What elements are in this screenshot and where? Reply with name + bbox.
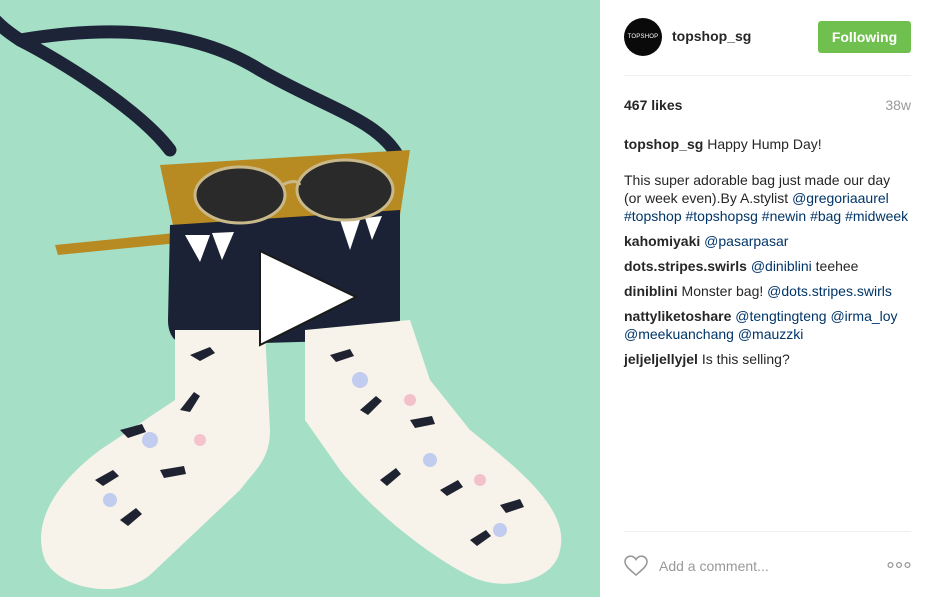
caption-tag[interactable]: #bag [810,208,841,224]
comment-mention[interactable]: @mauzzki [738,326,804,342]
caption-tag[interactable]: #newin [762,208,806,224]
post-media[interactable] [0,0,600,597]
comment-mention[interactable]: @irma_loy [830,308,897,324]
comment-text: Is this selling? [701,351,790,367]
comment-item: diniblini Monster bag! @dots.stripes.swi… [624,282,911,300]
comment-text: Monster bag! [681,283,764,299]
comments-list: topshop_sg Happy Hump Day! This super ad… [624,135,911,375]
post-footer [624,531,911,598]
comment-username[interactable]: jeljeljellyjel [624,351,698,367]
caption-tag[interactable]: #topshopsg [686,208,758,224]
caption-line1: Happy Hump Day! [707,136,822,152]
play-icon[interactable] [258,249,360,349]
post-timestamp[interactable]: 38w [885,97,911,113]
comment-username[interactable]: diniblini [624,283,678,299]
caption-username[interactable]: topshop_sg [624,136,703,152]
post-header: TOPSHOP topshop_sg Following [624,17,911,76]
avatar-label: TOPSHOP [627,34,659,40]
caption: topshop_sg Happy Hump Day! This super ad… [624,135,911,225]
comment-item: jeljeljellyjel Is this selling? [624,350,911,368]
comment-item: dots.stripes.swirls @diniblini teehee [624,257,911,275]
comment-username[interactable]: nattyliketoshare [624,308,731,324]
comment-mention[interactable]: @dots.stripes.swirls [767,283,892,299]
heart-icon[interactable] [624,555,648,577]
post-sidebar: TOPSHOP topshop_sg Following 467 likes 3… [600,0,935,597]
caption-mention[interactable]: @gregoriaaurel [792,190,889,206]
add-comment-input[interactable] [659,556,859,576]
comment-mention[interactable]: @pasarpasar [704,233,788,249]
post-meta: 467 likes 38w [624,97,911,115]
comment-item: nattyliketoshare @tengtingteng @irma_loy… [624,307,911,343]
caption-tag[interactable]: #topshop [624,208,682,224]
comment-mention[interactable]: @meekuanchang [624,326,734,342]
avatar[interactable]: TOPSHOP [624,18,662,56]
comment-mention[interactable]: @diniblini [751,258,812,274]
post-container: TOPSHOP topshop_sg Following 467 likes 3… [0,0,935,597]
author-username[interactable]: topshop_sg [672,28,751,44]
more-options-icon[interactable] [887,557,911,573]
comment-item: kahomiyaki @pasarpasar [624,232,911,250]
comment-text: teehee [815,258,859,274]
caption-tag[interactable]: #midweek [845,208,908,224]
comment-username[interactable]: kahomiyaki [624,233,700,249]
comment-mention[interactable]: @tengtingteng [735,308,826,324]
comment-username[interactable]: dots.stripes.swirls [624,258,747,274]
following-button[interactable]: Following [818,21,911,53]
likes-count[interactable]: 467 likes [624,97,682,113]
